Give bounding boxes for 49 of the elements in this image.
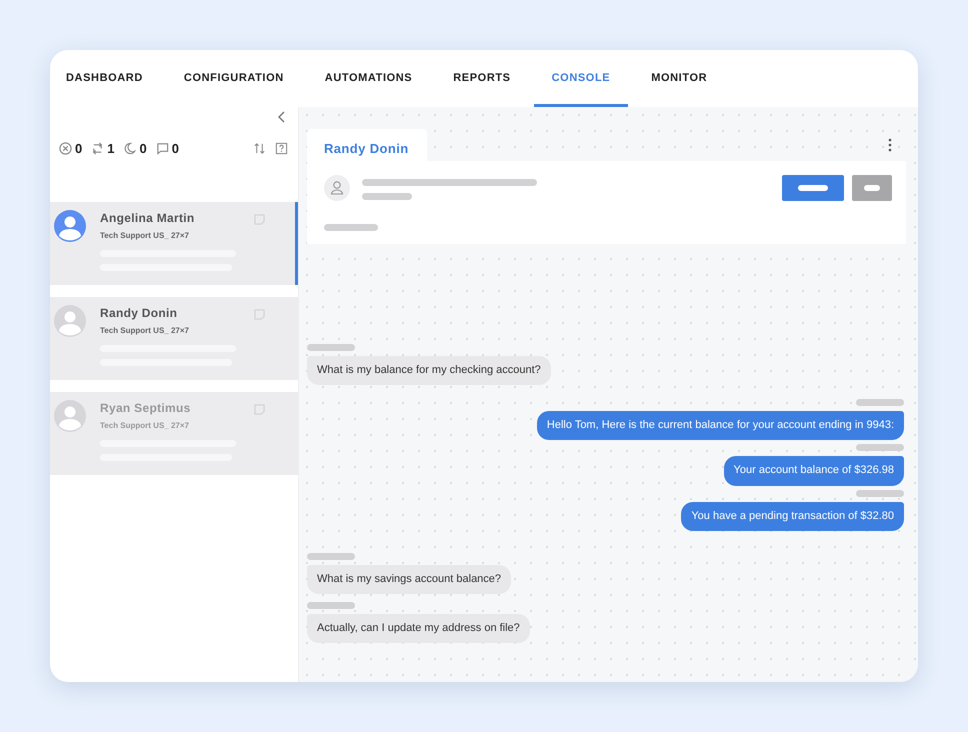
- meta-placeholder: [856, 444, 904, 452]
- message-bubble: What is my savings account balance?: [307, 564, 512, 594]
- moon-icon: [123, 142, 136, 155]
- note-icon: [254, 404, 265, 415]
- conversation-item[interactable]: Randy Donin Tech Support US_ 27×7: [50, 297, 298, 380]
- user-icon: [324, 175, 350, 201]
- avatar-icon: [54, 210, 86, 242]
- contact-tab[interactable]: Randy Donin: [307, 129, 427, 161]
- x-circle-icon: [59, 142, 72, 155]
- counter-value: 0: [172, 141, 179, 156]
- meta-placeholder: [307, 602, 355, 609]
- nav-tab[interactable]: CONFIGURATION: [166, 50, 302, 107]
- text-placeholder: [362, 193, 412, 200]
- counter-value: 0: [139, 141, 147, 156]
- contact-name: Angelina Martin: [100, 211, 196, 225]
- chat-icon: [156, 142, 169, 155]
- note-icon: [254, 309, 265, 320]
- counter-value: 0: [75, 141, 82, 156]
- secondary-button[interactable]: [852, 175, 892, 201]
- queue-label: Tech Support US_ 27×7: [100, 231, 190, 240]
- sort-icon[interactable]: [253, 142, 266, 155]
- avatar-icon: [54, 400, 86, 432]
- nav-tab[interactable]: AUTOMATIONS: [306, 50, 430, 107]
- text-placeholder: [324, 224, 378, 231]
- note-icon: [254, 214, 265, 225]
- meta-placeholder: [856, 490, 904, 497]
- queue-label: Tech Support US_ 27×7: [100, 326, 190, 335]
- counter-value: 1: [107, 141, 114, 156]
- chevron-left-icon[interactable]: [278, 111, 286, 123]
- contact-name: Ryan Septimus: [100, 401, 192, 415]
- message-bubble: Your account balance of $326.98: [724, 456, 904, 486]
- meta-placeholder: [307, 552, 355, 560]
- meta-placeholder: [307, 344, 355, 351]
- meta-placeholder: [856, 399, 904, 406]
- nav-tab[interactable]: REPORTS: [435, 50, 529, 107]
- queue-label: Tech Support US_ 27×7: [100, 421, 190, 430]
- help-icon[interactable]: [275, 142, 288, 155]
- avatar-icon: [54, 305, 86, 337]
- nav-tab[interactable]: DASHBOARD: [66, 50, 161, 107]
- message-bubble: Actually, can I update my address on file?: [307, 614, 530, 644]
- more-icon[interactable]: [888, 138, 892, 152]
- message-bubble: You have a pending transaction of $32.80: [681, 502, 904, 531]
- nav-tab[interactable]: MONITOR: [633, 50, 726, 107]
- contact-name: Randy Donin: [100, 306, 178, 320]
- primary-button[interactable]: [782, 175, 844, 201]
- message-bubble: Hello Tom, Here is the current balance for your account ending in 9943:: [536, 411, 904, 440]
- message-bubble: What is my balance for my checking account?: [307, 356, 551, 386]
- transfer-icon: [91, 142, 104, 155]
- conversation-item[interactable]: Angelina Martin Tech Support US_ 27×7: [50, 202, 298, 285]
